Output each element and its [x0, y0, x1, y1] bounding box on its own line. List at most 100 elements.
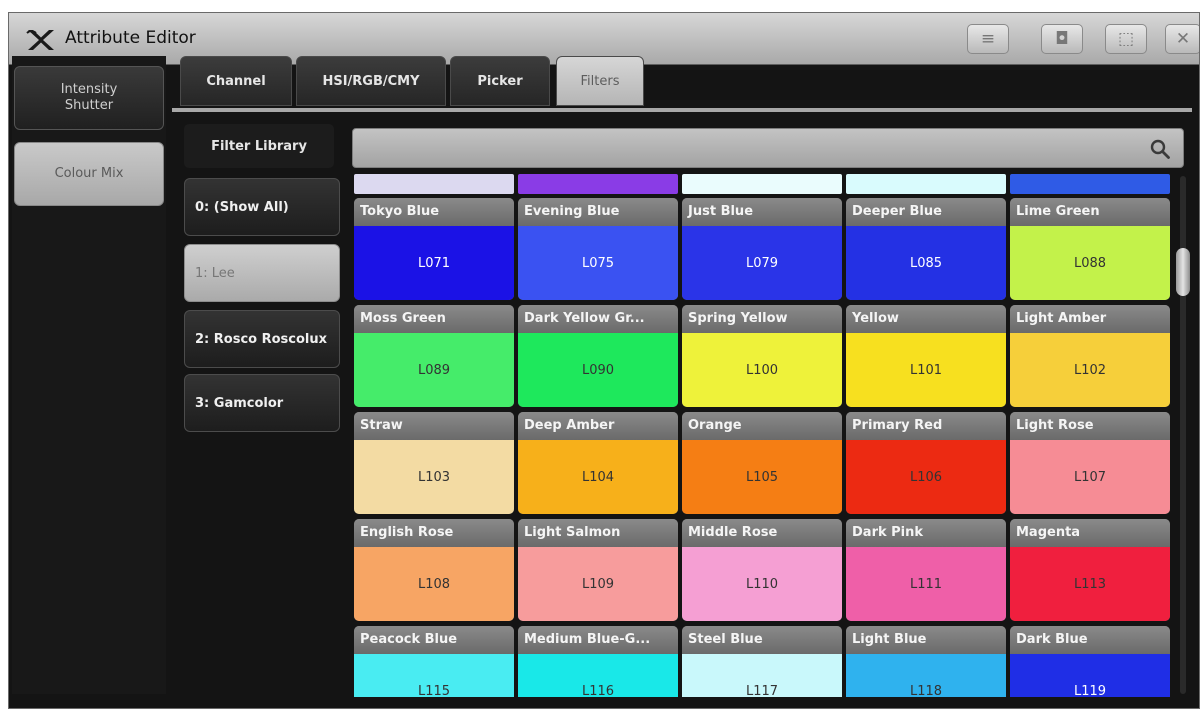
filter-swatch[interactable]: Primary Red L106 [846, 412, 1006, 514]
sidebar-item-intensity-shutter[interactable]: Intensity Shutter [14, 66, 164, 130]
filter-name: Magenta [1010, 519, 1170, 547]
filter-name: Moss Green [354, 305, 514, 333]
filter-name: Peacock Blue [354, 626, 514, 654]
filter-swatch[interactable]: Lime Green L088 [1010, 198, 1170, 300]
partial-swatch-strip[interactable] [682, 174, 842, 194]
filter-name: Spring Yellow [682, 305, 842, 333]
attribute-sidebar: Intensity Shutter Colour Mix [12, 56, 166, 694]
app-logo-icon [26, 30, 54, 50]
filter-name: Steel Blue [682, 626, 842, 654]
filter-code: L113 [1010, 547, 1170, 621]
restore-window-button[interactable]: ⬚ [1105, 24, 1147, 54]
filter-swatch[interactable]: Dark Blue L119 [1010, 626, 1170, 697]
filter-swatch[interactable]: Light Blue L118 [846, 626, 1006, 697]
filter-code: L102 [1010, 333, 1170, 407]
filter-code: L116 [518, 654, 678, 697]
filter-code: L090 [518, 333, 678, 407]
filter-swatch[interactable]: Middle Rose L110 [682, 519, 842, 621]
filter-search-input[interactable] [361, 135, 1141, 163]
scroll-thumb[interactable] [1176, 248, 1190, 296]
settings-button[interactable]: ◘ [1041, 24, 1083, 54]
filter-code: L107 [1010, 440, 1170, 514]
filter-name: Medium Blue-G... [518, 626, 678, 654]
filter-swatch[interactable]: Just Blue L079 [682, 198, 842, 300]
filter-code: L079 [682, 226, 842, 300]
tab-channel[interactable]: Channel [180, 56, 292, 106]
filter-code: L119 [1010, 654, 1170, 697]
filter-swatch[interactable]: Spring Yellow L100 [682, 305, 842, 407]
filter-code: L104 [518, 440, 678, 514]
tab-hsi-rgb-cmy[interactable]: HSI/RGB/CMY [296, 56, 446, 106]
filter-swatch[interactable]: Evening Blue L075 [518, 198, 678, 300]
partial-swatch-strip[interactable] [1010, 174, 1170, 194]
filter-code: L115 [354, 654, 514, 697]
filter-code: L110 [682, 547, 842, 621]
filter-code: L103 [354, 440, 514, 514]
filter-name: Dark Pink [846, 519, 1006, 547]
library-item-rosco-roscolux[interactable]: 2: Rosco Roscolux [184, 310, 340, 368]
menu-button[interactable]: ≡ [967, 24, 1009, 54]
filter-swatch[interactable]: Orange L105 [682, 412, 842, 514]
filter-swatch[interactable]: Magenta L113 [1010, 519, 1170, 621]
tab-underline [172, 108, 1192, 112]
filter-library-heading: Filter Library [184, 124, 334, 168]
filter-name: Light Blue [846, 626, 1006, 654]
partial-swatch-strip[interactable] [354, 174, 514, 194]
partial-swatch-strip[interactable] [846, 174, 1006, 194]
filter-code: L075 [518, 226, 678, 300]
filter-name: Dark Blue [1010, 626, 1170, 654]
filter-swatch[interactable]: Moss Green L089 [354, 305, 514, 407]
search-icon[interactable] [1149, 138, 1171, 160]
filter-name: Tokyo Blue [354, 198, 514, 226]
tab-bar: Channel HSI/RGB/CMY Picker Filters [172, 56, 1192, 110]
filter-code: L106 [846, 440, 1006, 514]
filter-code: L105 [682, 440, 842, 514]
filter-name: Light Salmon [518, 519, 678, 547]
tab-picker[interactable]: Picker [450, 56, 550, 106]
restore-window-icon: ⬚ [1117, 29, 1135, 49]
settings-icon: ◘ [1055, 29, 1069, 49]
filter-swatch-grid: Tokyo Blue L071 Evening Blue L075 Just Blue L… [352, 172, 1174, 697]
filter-code: L108 [354, 547, 514, 621]
library-item-lee[interactable]: 1: Lee [184, 244, 340, 302]
menu-lines-icon: ≡ [980, 29, 996, 49]
filter-name: Lime Green [1010, 198, 1170, 226]
filter-swatch[interactable]: Light Salmon L109 [518, 519, 678, 621]
close-button[interactable]: ✕ [1165, 24, 1199, 54]
filter-name: Yellow [846, 305, 1006, 333]
filter-code: L071 [354, 226, 514, 300]
filter-swatch[interactable]: Yellow L101 [846, 305, 1006, 407]
library-item-gamcolor[interactable]: 3: Gamcolor [184, 374, 340, 432]
tab-filters[interactable]: Filters [556, 56, 644, 106]
filter-swatch[interactable]: Dark Yellow Gr... L090 [518, 305, 678, 407]
filter-code: L101 [846, 333, 1006, 407]
filter-swatch[interactable]: Light Rose L107 [1010, 412, 1170, 514]
filter-swatch[interactable]: Dark Pink L111 [846, 519, 1006, 621]
filter-swatch[interactable]: Deep Amber L104 [518, 412, 678, 514]
sidebar-item-colour-mix[interactable]: Colour Mix [14, 142, 164, 206]
filter-swatch[interactable]: Peacock Blue L115 [354, 626, 514, 697]
filter-search-bar [352, 128, 1184, 168]
filter-code: L100 [682, 333, 842, 407]
filter-name: Straw [354, 412, 514, 440]
filter-code: L085 [846, 226, 1006, 300]
partial-swatch-strip[interactable] [518, 174, 678, 194]
filter-library-panel: Filter Library 0: (Show All) 1: Lee 2: R… [178, 116, 344, 696]
filter-swatch[interactable]: Light Amber L102 [1010, 305, 1170, 407]
filter-name: Deeper Blue [846, 198, 1006, 226]
filter-swatch[interactable]: Medium Blue-G... L116 [518, 626, 678, 697]
filter-name: Light Amber [1010, 305, 1170, 333]
filter-swatch[interactable]: Deeper Blue L085 [846, 198, 1006, 300]
filter-swatch[interactable]: Straw L103 [354, 412, 514, 514]
filter-swatch[interactable]: Steel Blue L117 [682, 626, 842, 697]
grid-scrollbar[interactable] [1176, 176, 1190, 694]
filter-name: Just Blue [682, 198, 842, 226]
filter-code: L117 [682, 654, 842, 697]
library-item-show-all[interactable]: 0: (Show All) [184, 178, 340, 236]
filter-name: Deep Amber [518, 412, 678, 440]
filter-swatch[interactable]: Tokyo Blue L071 [354, 198, 514, 300]
filter-swatch[interactable]: English Rose L108 [354, 519, 514, 621]
filter-name: Orange [682, 412, 842, 440]
filter-code: L111 [846, 547, 1006, 621]
window-title: Attribute Editor [65, 28, 196, 48]
